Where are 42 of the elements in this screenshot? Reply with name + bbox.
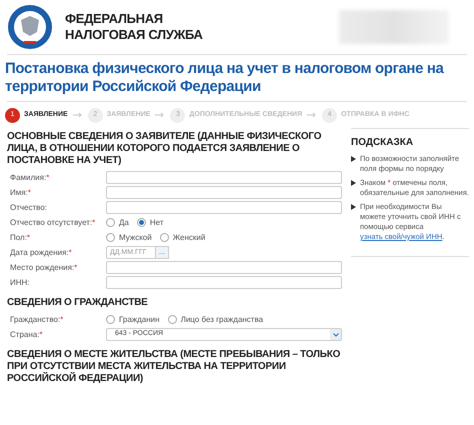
- radio-option[interactable]: Да: [106, 216, 129, 228]
- text-field[interactable]: [106, 186, 342, 199]
- radio-icon[interactable]: [106, 315, 115, 324]
- text-field[interactable]: [106, 171, 342, 184]
- field-label: Фамилия:*: [10, 172, 50, 184]
- bullet-arrow-icon: [351, 156, 356, 162]
- radio-icon[interactable]: [106, 218, 115, 227]
- radio-option[interactable]: Гражданин: [106, 314, 160, 326]
- field-label: Дата рождения:*: [10, 246, 73, 258]
- radio-option[interactable]: Женский: [160, 232, 206, 244]
- field-label: ИНН:: [10, 276, 31, 288]
- field-label: Гражданство:*: [10, 314, 64, 326]
- hint-title: ПОДСКАЗКА: [351, 136, 414, 150]
- radio-icon[interactable]: [168, 315, 177, 324]
- radio-icon[interactable]: [160, 233, 169, 242]
- field-label: Пол:*: [10, 232, 32, 244]
- field-label: Место рождения:*: [10, 262, 78, 274]
- section-title: ОСНОВНЫЕ СВЕДЕНИЯ О ЗАЯВИТЕЛЕ (ДАННЫЕ ФИЗИЧЕСКОГО ЛИЦА, В ОТНОШЕНИИ КОТОРОГО ПОДАЕТСЯ ЗАЯВЛЕНИЕ О ПОСТАНОВКЕ НА УЧЕТ): [6, 130, 322, 168]
- field-label: Имя:*: [10, 186, 32, 198]
- field-label: Страна:*: [10, 328, 44, 340]
- text-field[interactable]: [106, 261, 342, 274]
- radio-icon[interactable]: [136, 218, 146, 227]
- org-name: ФЕДЕРАЛЬНАЯ: [65, 11, 164, 27]
- bullet-arrow-icon: [351, 204, 356, 210]
- radio-option[interactable]: Лицо без гражданства: [168, 314, 264, 326]
- text-field[interactable]: [106, 201, 342, 214]
- text-field[interactable]: [106, 276, 342, 289]
- chevron-down-icon: [330, 329, 341, 340]
- org-name: НАЛОГОВАЯ СЛУЖБА: [65, 27, 203, 43]
- section-title: СВЕДЕНИЯ О ГРАЖДАНСТВЕ: [6, 296, 149, 310]
- field-label: Отчество:: [10, 202, 48, 214]
- section-title: СВЕДЕНИЯ О МЕСТЕ ЖИТЕЛЬСТВА (МЕСТЕ ПРЕБЫВАНИЯ – ТОЛЬКО ПРИ ОТСУТСТВИИ МЕСТА ЖИТЕЛЬСТВА НА ТЕРРИТОРИИ РОССИЙСКОЙ ФЕДЕРАЦИИ): [6, 348, 342, 386]
- arrow-right-icon: [307, 112, 318, 118]
- emblem-logo: [7, 4, 53, 50]
- bullet-arrow-icon: [351, 180, 356, 186]
- arrow-right-icon: [155, 112, 166, 118]
- radio-icon[interactable]: [106, 233, 115, 242]
- page-title: Постановка физического лица на учет в налоговом органе на территории Российской Федерации: [5, 59, 445, 97]
- radio-option[interactable]: Мужской: [106, 232, 152, 244]
- arrow-right-icon: [72, 112, 83, 118]
- field-label: Отчество отсутствует:*: [10, 216, 96, 228]
- radio-option[interactable]: Нет: [136, 216, 164, 228]
